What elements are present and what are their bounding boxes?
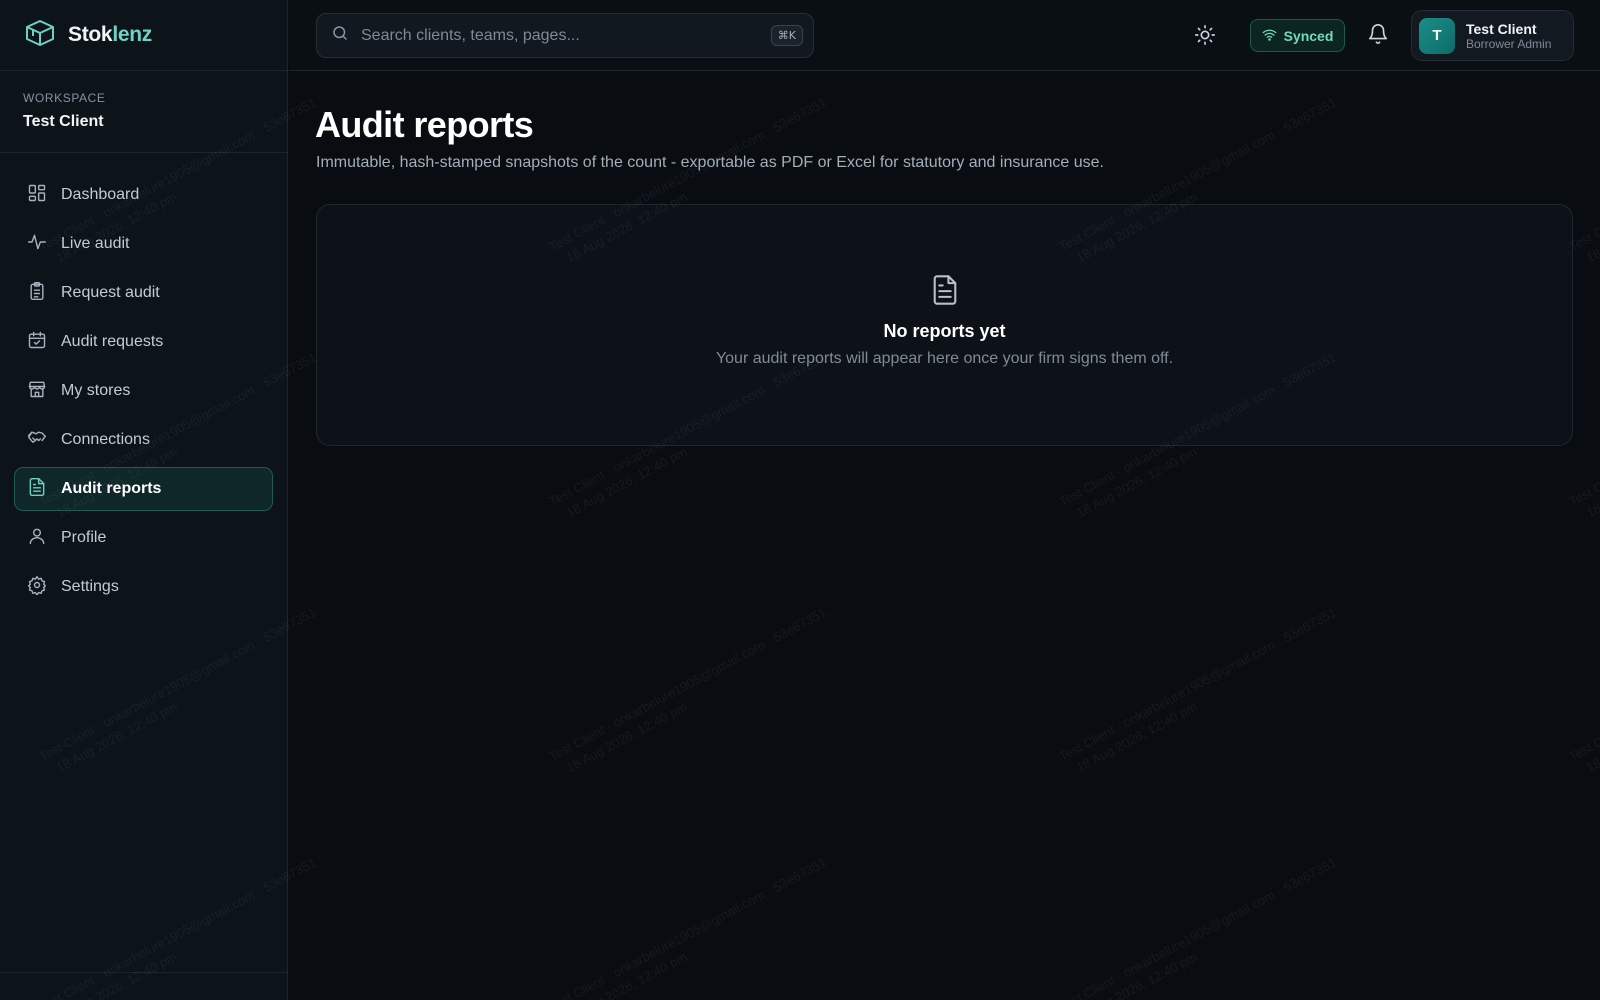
sidebar-item-request-audit[interactable]: Request audit xyxy=(14,271,273,315)
sidebar-footer xyxy=(0,972,288,1000)
user-role: Borrower Admin xyxy=(1466,36,1552,51)
sidebar-item-profile[interactable]: Profile xyxy=(14,516,273,560)
sidebar-nav: Dashboard Live audit Request audit Audit… xyxy=(0,153,287,609)
file-text-icon xyxy=(27,477,47,502)
sidebar: Stoklenz WORKSPACE Test Client Dashboard… xyxy=(0,0,288,1000)
user-icon xyxy=(27,526,47,551)
workspace-block: WORKSPACE Test Client xyxy=(0,71,287,153)
empty-state-card: No reports yet Your audit reports will a… xyxy=(316,204,1573,446)
sidebar-item-audit-requests[interactable]: Audit requests xyxy=(14,320,273,364)
sync-status-badge[interactable]: Synced xyxy=(1250,19,1345,52)
wifi-icon xyxy=(1262,27,1277,45)
sidebar-item-label: Dashboard xyxy=(61,186,140,203)
page-title: Audit reports xyxy=(315,104,534,145)
notifications-button[interactable] xyxy=(1367,23,1391,47)
search-input[interactable]: Search clients, teams, pages... ⌘K xyxy=(316,13,814,58)
sidebar-item-dashboard[interactable]: Dashboard xyxy=(14,173,273,217)
sidebar-item-label: Audit reports xyxy=(61,480,162,497)
sidebar-item-label: Profile xyxy=(61,529,107,546)
bell-icon xyxy=(1367,24,1389,49)
user-name: Test Client xyxy=(1466,20,1537,37)
store-icon xyxy=(27,379,47,404)
sidebar-item-audit-reports[interactable]: Audit reports xyxy=(14,467,273,511)
sidebar-item-label: Live audit xyxy=(61,235,130,252)
workspace-name: Test Client xyxy=(23,113,104,130)
dashboard-grid-icon xyxy=(27,183,47,208)
sync-status-label: Synced xyxy=(1283,27,1334,44)
activity-pulse-icon xyxy=(27,232,47,257)
handshake-icon xyxy=(27,428,47,453)
gear-icon xyxy=(27,575,47,600)
search-shortcut-badge: ⌘K xyxy=(770,25,803,46)
sidebar-item-label: My stores xyxy=(61,382,131,399)
topbar: Search clients, teams, pages... ⌘K Synce… xyxy=(289,0,1600,71)
brand-name: Stoklenz xyxy=(68,23,152,46)
avatar: T xyxy=(1419,17,1455,54)
sidebar-item-settings[interactable]: Settings xyxy=(14,565,273,609)
user-info: Test Client Borrower Admin xyxy=(1466,21,1551,51)
sidebar-item-label: Connections xyxy=(61,431,150,448)
sidebar-item-label: Request audit xyxy=(61,284,160,301)
sidebar-item-live-audit[interactable]: Live audit xyxy=(14,222,273,266)
workspace-label: WORKSPACE xyxy=(23,91,106,105)
search-placeholder: Search clients, teams, pages... xyxy=(361,26,580,44)
sidebar-item-connections[interactable]: Connections xyxy=(14,418,273,462)
brand[interactable]: Stoklenz xyxy=(0,0,287,71)
document-icon xyxy=(931,274,959,306)
sidebar-item-my-stores[interactable]: My stores xyxy=(14,369,273,413)
empty-state-title: No reports yet xyxy=(883,321,1006,341)
search-icon xyxy=(331,24,349,47)
logo-cube-icon xyxy=(24,19,56,52)
page-subtitle: Immutable, hash-stamped snapshots of the… xyxy=(316,154,1104,171)
sidebar-item-label: Settings xyxy=(61,578,119,595)
sidebar-item-label: Audit requests xyxy=(61,333,164,350)
clipboard-list-icon xyxy=(27,281,47,306)
main-content: Audit reports Immutable, hash-stamped sn… xyxy=(289,71,1600,1000)
theme-toggle-button[interactable] xyxy=(1194,24,1218,48)
user-menu[interactable]: T Test Client Borrower Admin xyxy=(1411,10,1574,61)
calendar-check-icon xyxy=(27,330,47,355)
empty-state-message: Your audit reports will appear here once… xyxy=(715,350,1174,367)
sun-icon xyxy=(1194,25,1216,50)
